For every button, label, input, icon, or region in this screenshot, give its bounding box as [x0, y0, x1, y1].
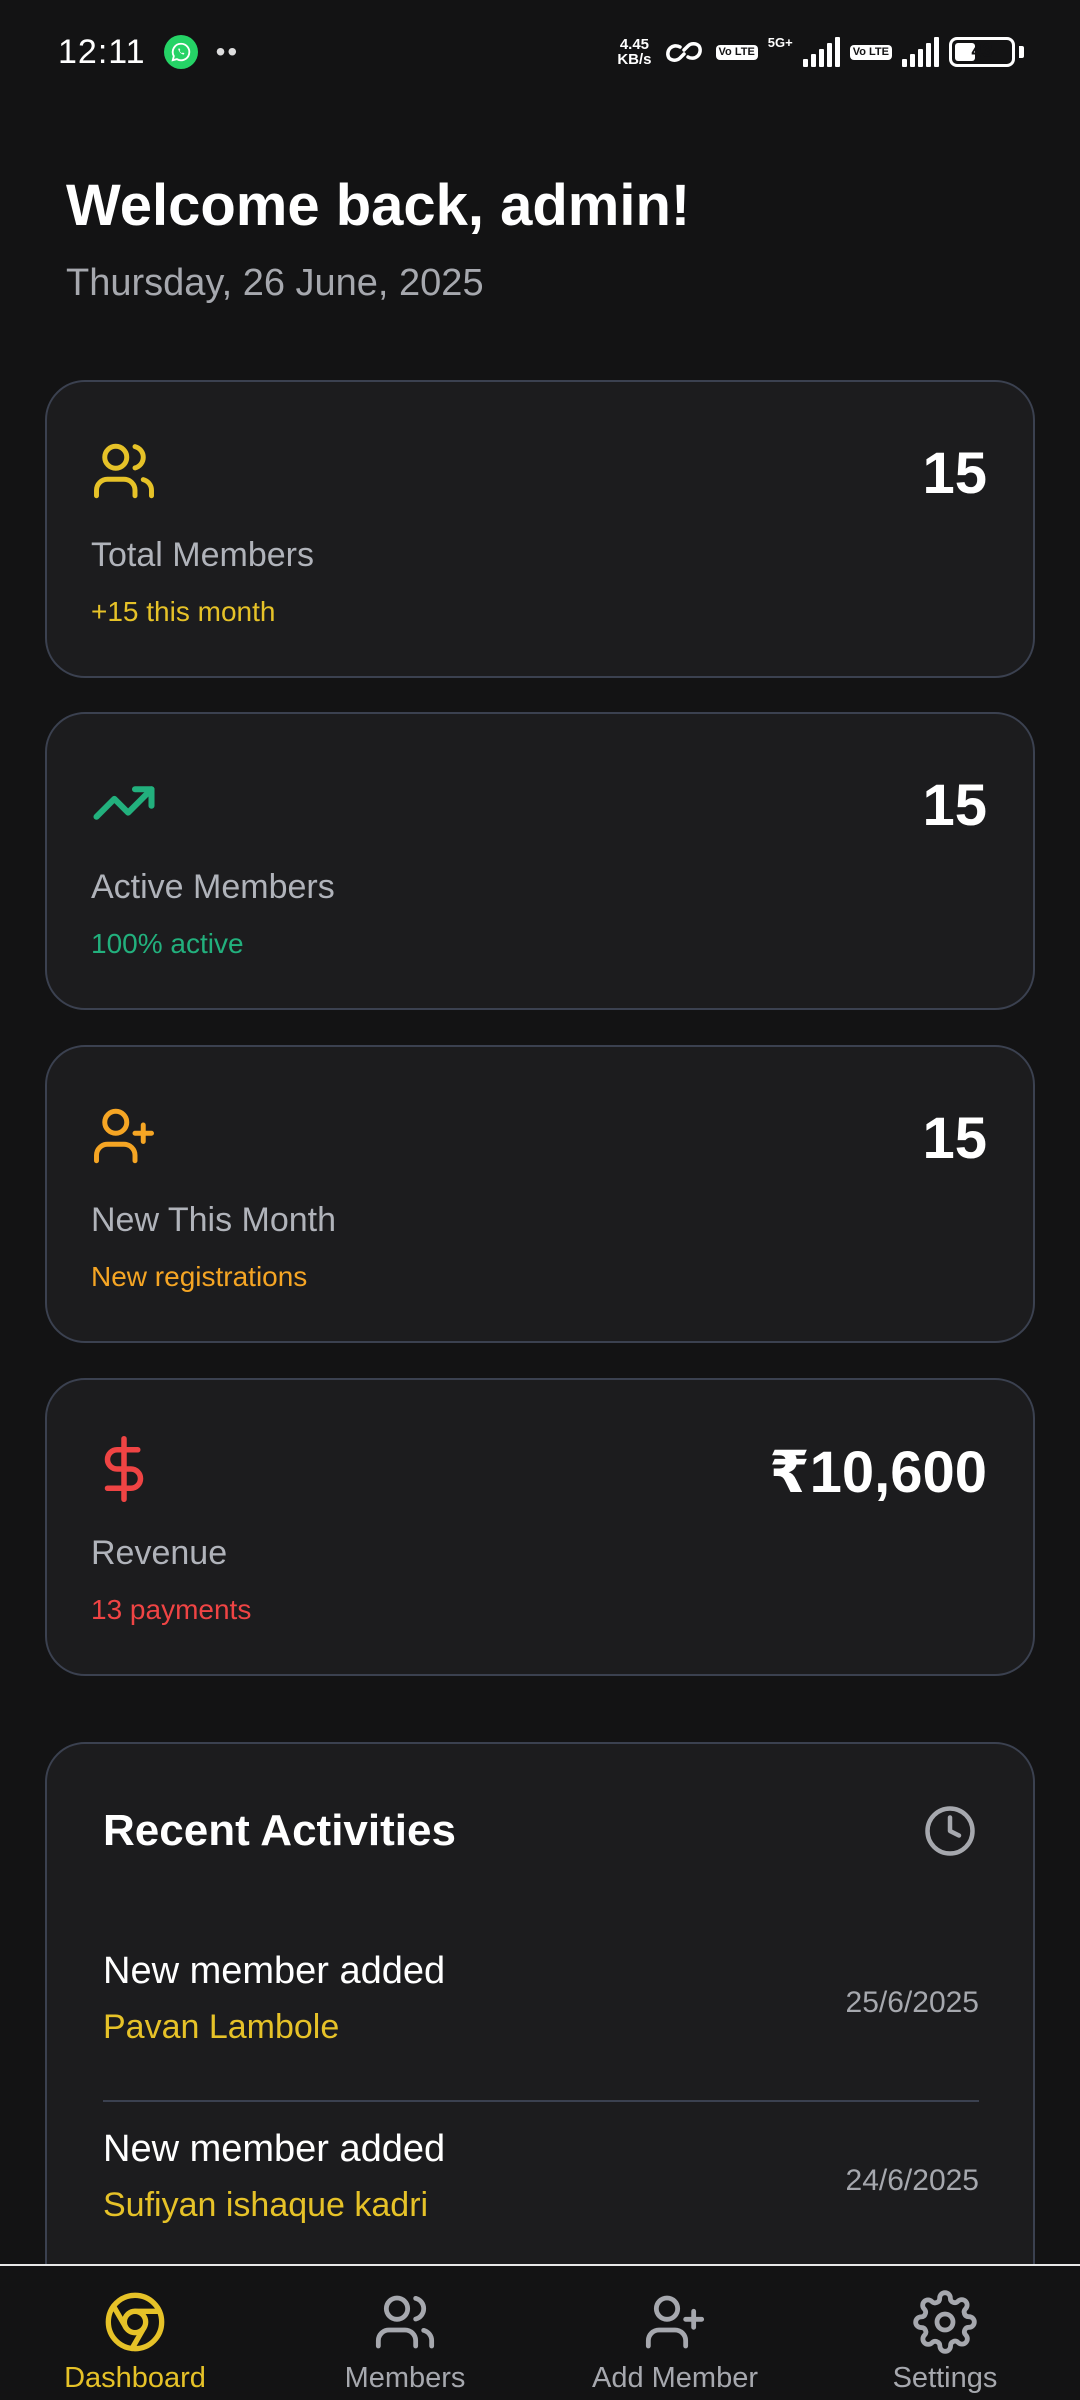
revenue-value: ₹10,600	[769, 1440, 987, 1505]
nav-add-member-label: Add Member	[591, 2362, 758, 2394]
network-type: 5G+	[767, 35, 793, 50]
revenue-card[interactable]: ₹10,600 Revenue 13 payments	[45, 1378, 1035, 1676]
user-plus-icon	[94, 1108, 154, 1164]
active-members-value: 15	[922, 773, 987, 838]
network-speed: 4.45 KB/s	[617, 37, 651, 67]
battery-cap	[1019, 46, 1024, 58]
status-bar: 12:11 •• 4.45 KB/s Vo LTE 5G+ Vo LTE 43	[0, 0, 1080, 104]
user-plus-icon	[645, 2295, 705, 2349]
active-members-card[interactable]: 15 Active Members 100% active	[45, 712, 1035, 1010]
users-icon	[94, 443, 154, 499]
nav-members[interactable]: Members	[270, 2266, 540, 2400]
dollar-sign-icon	[104, 1436, 144, 1502]
nav-settings[interactable]: Settings	[810, 2266, 1080, 2400]
status-left: 12:11 ••	[58, 33, 239, 72]
welcome-title: Welcome back, admin!	[66, 173, 691, 238]
bottom-navigation: Dashboard Members Add Member Settings	[0, 2264, 1080, 2400]
dashboard-screen: 12:11 •• 4.45 KB/s Vo LTE 5G+ Vo LTE 43 …	[0, 0, 1080, 2400]
battery-percent: 43	[971, 41, 993, 62]
revenue-label: Revenue	[91, 1534, 228, 1572]
active-members-label: Active Members	[91, 868, 335, 906]
total-members-label: Total Members	[91, 536, 314, 574]
total-members-card[interactable]: 15 Total Members +15 this month	[45, 380, 1035, 678]
new-this-month-card[interactable]: 15 New This Month New registrations	[45, 1045, 1035, 1343]
dashboard-icon	[105, 2292, 165, 2352]
activity-item[interactable]: New member added Sufiyan ishaque kadri 2…	[103, 2102, 979, 2280]
new-this-month-value: 15	[922, 1106, 987, 1171]
status-time: 12:11	[58, 32, 146, 71]
nav-dashboard-label: Dashboard	[64, 2362, 206, 2394]
activity-text: New member added	[103, 1950, 446, 1992]
activity-member-name: Sufiyan ishaque kadri	[103, 2186, 429, 2224]
volte-badge-2: Vo LTE	[849, 44, 892, 60]
whatsapp-icon	[163, 35, 198, 69]
activity-date: 24/6/2025	[845, 2164, 979, 2197]
nav-settings-label: Settings	[892, 2362, 998, 2394]
activity-date: 25/6/2025	[845, 1986, 979, 2019]
activity-member-name: Pavan Lambole	[103, 2008, 340, 2046]
nav-add-member[interactable]: Add Member	[540, 2266, 810, 2400]
nav-dashboard[interactable]: Dashboard	[0, 2266, 270, 2400]
new-this-month-label: New This Month	[91, 1201, 337, 1239]
activity-text: New member added	[103, 2128, 446, 2170]
network-speed-value: 4.45	[619, 36, 650, 53]
notification-more-indicator: ••	[215, 36, 240, 67]
signal-icon-2	[902, 37, 939, 67]
signal-icon	[802, 37, 840, 67]
total-members-subtext: +15 this month	[91, 596, 276, 627]
total-members-value: 15	[922, 441, 987, 506]
new-this-month-subtext: New registrations	[91, 1261, 308, 1292]
status-right: 4.45 KB/s Vo LTE 5G+ Vo LTE 43	[617, 35, 1024, 67]
clock-icon[interactable]	[923, 1804, 977, 1858]
recent-activities-title: Recent Activities	[103, 1806, 456, 1855]
link-icon	[665, 42, 702, 62]
current-date: Thursday, 26 June, 2025	[66, 262, 484, 304]
volte-badge-1: Vo LTE	[715, 44, 758, 60]
revenue-subtext: 13 payments	[91, 1594, 252, 1625]
active-members-subtext: 100% active	[91, 928, 244, 959]
nav-members-label: Members	[344, 2362, 466, 2394]
network-speed-unit: KB/s	[617, 51, 652, 68]
battery-icon: 43	[949, 37, 1015, 67]
users-icon	[375, 2295, 435, 2349]
trending-up-icon	[93, 786, 155, 820]
activity-item[interactable]: New member added Pavan Lambole 25/6/2025	[103, 1924, 979, 2102]
gear-icon	[913, 2290, 977, 2354]
